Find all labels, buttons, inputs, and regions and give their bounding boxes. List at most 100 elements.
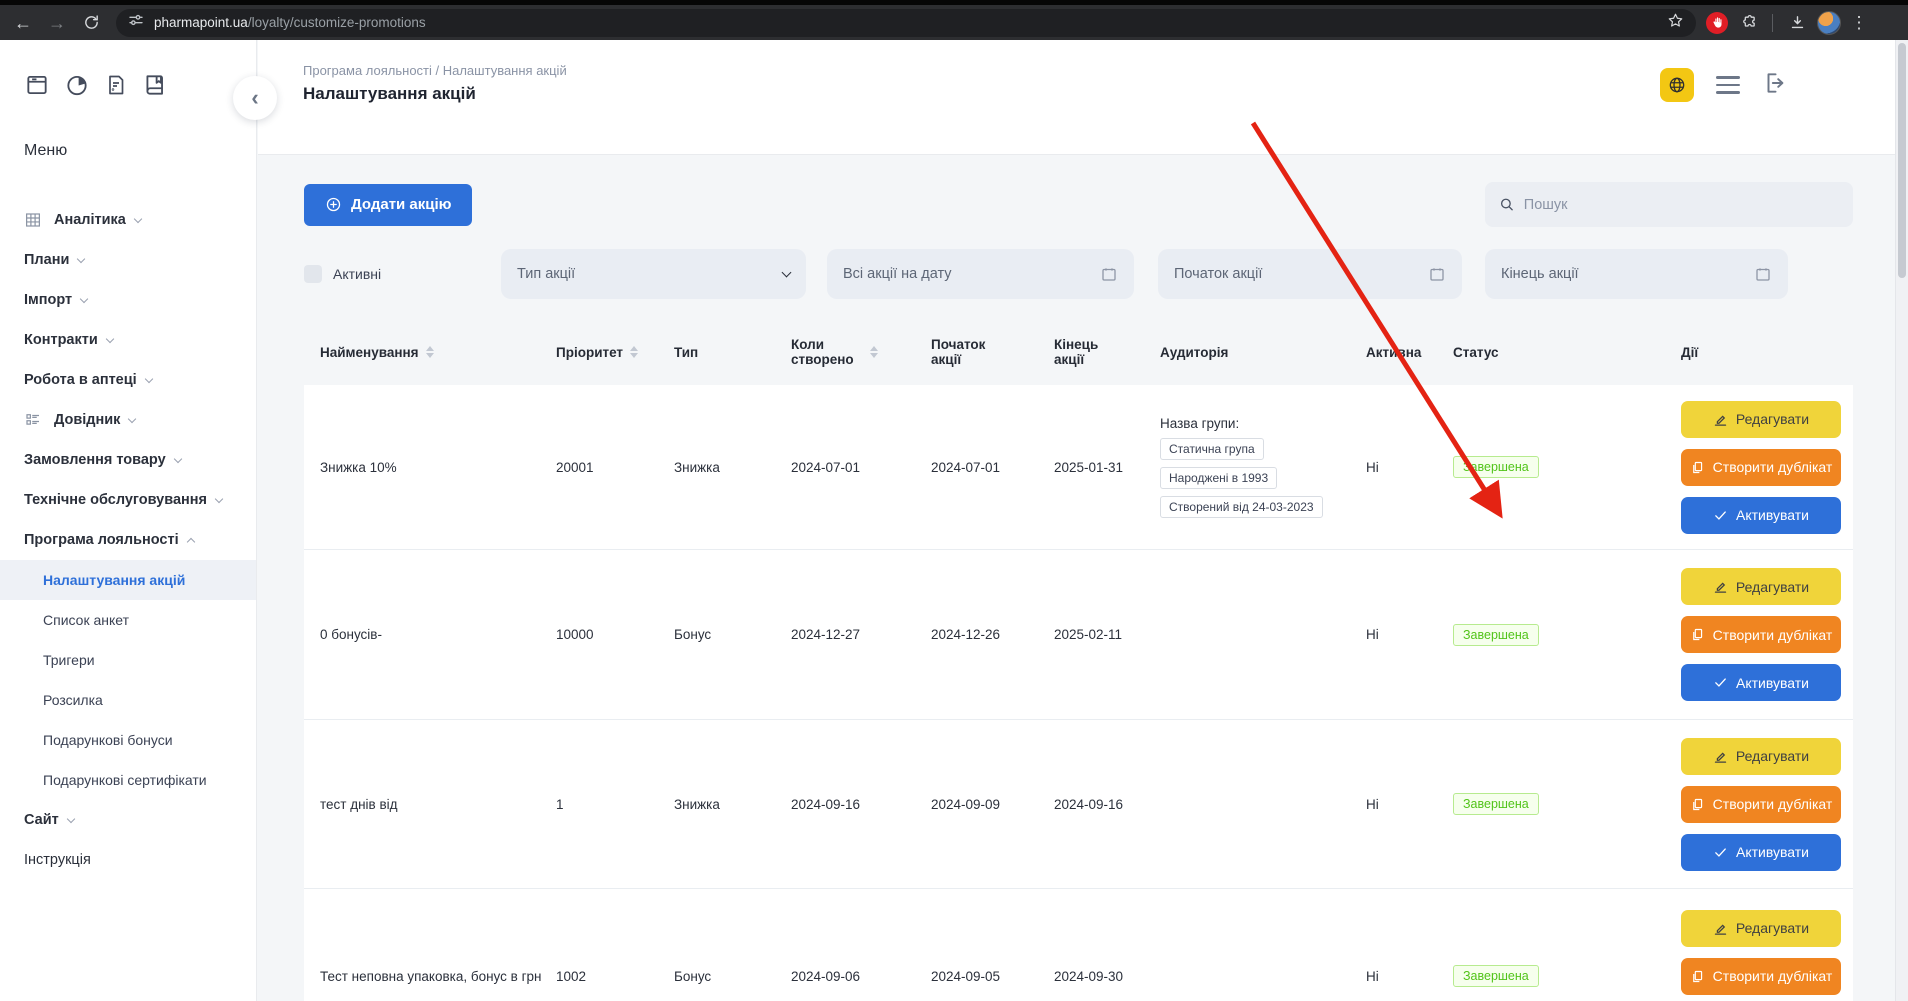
add-promotion-button[interactable]: Додати акцію	[304, 184, 472, 226]
promotion-end-picker[interactable]: Кінець акції	[1485, 249, 1788, 299]
cell-name: Знижка 10%	[320, 460, 556, 475]
cell-status: Завершена	[1453, 793, 1681, 815]
sidebar-item-customize-promotions[interactable]: Налаштування акцій	[0, 560, 256, 600]
adblock-extension-icon[interactable]	[1706, 12, 1728, 34]
browser-menu-icon[interactable]: ⋮	[1847, 9, 1871, 37]
pie-chart-icon[interactable]	[64, 72, 90, 98]
cell-actions: Редагувати Створити дублікат Активувати	[1681, 568, 1856, 701]
all-promotions-on-date-picker[interactable]: Всі акції на дату	[827, 249, 1134, 299]
cell-created: 2024-09-06	[791, 969, 931, 984]
book-icon[interactable]	[142, 72, 168, 98]
check-icon	[1713, 845, 1728, 860]
sidebar-item-maintenance[interactable]: Технічне обслуговування	[0, 480, 256, 520]
cell-type: Знижка	[674, 797, 791, 812]
status-badge: Завершена	[1453, 624, 1539, 646]
edit-button[interactable]: Редагувати	[1681, 401, 1841, 438]
search-box[interactable]	[1485, 182, 1853, 227]
back-icon[interactable]: ←	[6, 6, 40, 40]
cell-name: тест днів від	[320, 797, 556, 812]
sidebar-item-directory[interactable]: Довідник	[0, 400, 256, 440]
duplicate-button[interactable]: Створити дублікат	[1681, 449, 1841, 486]
calendar-icon	[1754, 265, 1772, 283]
logout-icon[interactable]	[1762, 70, 1788, 101]
promotion-type-select[interactable]: Тип акції	[501, 249, 806, 299]
sidebar-item-import[interactable]: Імпорт	[0, 280, 256, 320]
column-header-priority[interactable]: Пріоритет	[556, 337, 674, 367]
column-header-type: Тип	[674, 337, 791, 367]
profile-avatar[interactable]	[1817, 11, 1841, 35]
sidebar-item-goods-order[interactable]: Замовлення товару	[0, 440, 256, 480]
audience-group-label: Назва групи:	[1160, 416, 1239, 431]
duplicate-button[interactable]: Створити дублікат	[1681, 958, 1841, 995]
duplicate-button[interactable]: Створити дублікат	[1681, 786, 1841, 823]
language-globe-button[interactable]	[1660, 68, 1694, 102]
copy-icon	[1690, 627, 1705, 642]
hamburger-menu-icon[interactable]	[1716, 76, 1740, 94]
document-icon[interactable]	[104, 72, 128, 98]
activate-button[interactable]: Активувати	[1681, 664, 1841, 701]
search-input[interactable]	[1524, 197, 1839, 213]
copy-icon	[1690, 797, 1705, 812]
cell-created: 2024-07-01	[791, 460, 931, 475]
table-row: Тест неповна упаковка, бонус в грн 1002 …	[304, 889, 1853, 1001]
pencil-icon	[1713, 579, 1728, 594]
cell-active: Ні	[1366, 460, 1453, 475]
sidebar-collapse-button[interactable]: ‹	[233, 76, 277, 120]
sidebar-item-site[interactable]: Сайт	[0, 800, 256, 840]
sidebar-item-gift-bonuses[interactable]: Подарункові бонуси	[0, 720, 256, 760]
calendar-icon	[1100, 265, 1118, 283]
sidebar-item-contracts[interactable]: Контракти	[0, 320, 256, 360]
promotion-start-picker[interactable]: Початок акції	[1158, 249, 1462, 299]
sidebar-item-loyalty-program[interactable]: Програма лояльності	[0, 520, 256, 560]
activate-button[interactable]: Активувати	[1681, 497, 1841, 534]
sidebar-item-plans[interactable]: Плани	[0, 240, 256, 280]
column-header-end: Кінець акції	[1054, 337, 1160, 367]
audience-tag: Створений від 24-03-2023	[1160, 496, 1323, 518]
duplicate-button[interactable]: Створити дублікат	[1681, 616, 1841, 653]
cell-start: 2024-09-05	[931, 969, 1054, 984]
cell-name: Тест неповна упаковка, бонус в грн	[320, 969, 556, 984]
extensions-puzzle-icon[interactable]	[1734, 9, 1762, 37]
edit-button[interactable]: Редагувати	[1681, 738, 1841, 775]
downloads-icon[interactable]	[1783, 9, 1811, 37]
cell-priority: 20001	[556, 460, 674, 475]
sidebar-item-questionnaires[interactable]: Список анкет	[0, 600, 256, 640]
activate-button[interactable]: Активувати	[1681, 834, 1841, 871]
sort-icon[interactable]	[426, 346, 434, 358]
pencil-icon	[1713, 412, 1728, 427]
address-bar[interactable]: pharmapoint.ua/loyalty/customize-promoti…	[116, 9, 1696, 37]
sort-icon[interactable]	[870, 346, 878, 358]
list-icon	[24, 411, 42, 429]
browser-toolbar: ← → pharmapoint.ua/loyalty/customize-pro…	[0, 0, 1908, 40]
chevron-down-icon	[782, 267, 792, 277]
sidebar-item-analytics[interactable]: Аналітика	[0, 200, 256, 240]
edit-button[interactable]: Редагувати	[1681, 910, 1841, 947]
sidebar-item-instruction[interactable]: Інструкція	[0, 840, 256, 880]
bookmark-star-icon[interactable]	[1667, 12, 1684, 34]
cell-priority: 10000	[556, 627, 674, 642]
column-header-status: Статус	[1453, 337, 1681, 367]
sidebar-item-mailing[interactable]: Розсилка	[0, 680, 256, 720]
edit-button[interactable]: Редагувати	[1681, 568, 1841, 605]
column-header-created[interactable]: Коли створено	[791, 337, 931, 367]
forward-icon[interactable]: →	[40, 6, 74, 40]
chevron-down-icon	[66, 814, 74, 822]
scrollbar-thumb[interactable]	[1898, 43, 1906, 278]
status-badge: Завершена	[1453, 965, 1539, 987]
column-header-active: Активна	[1366, 337, 1453, 367]
chevron-down-icon	[77, 254, 85, 262]
reload-icon[interactable]	[74, 6, 108, 40]
sidebar-item-pharmacy-work[interactable]: Робота в аптеці	[0, 360, 256, 400]
active-checkbox[interactable]	[304, 265, 322, 283]
cell-active: Ні	[1366, 627, 1453, 642]
promotions-table: Найменування Пріоритет Тип Коли створено…	[304, 323, 1853, 1001]
page-scrollbar[interactable]	[1895, 40, 1908, 1001]
sidebar-item-gift-certificates[interactable]: Подарункові сертифікати	[0, 760, 256, 800]
sort-icon[interactable]	[630, 346, 638, 358]
cell-actions: Редагувати Створити дублікат Активувати	[1681, 401, 1856, 534]
column-header-name[interactable]: Найменування	[320, 337, 556, 367]
register-icon[interactable]	[24, 72, 50, 98]
menu-heading: Меню	[24, 142, 256, 160]
sidebar-item-triggers[interactable]: Тригери	[0, 640, 256, 680]
site-settings-icon[interactable]	[128, 12, 144, 33]
